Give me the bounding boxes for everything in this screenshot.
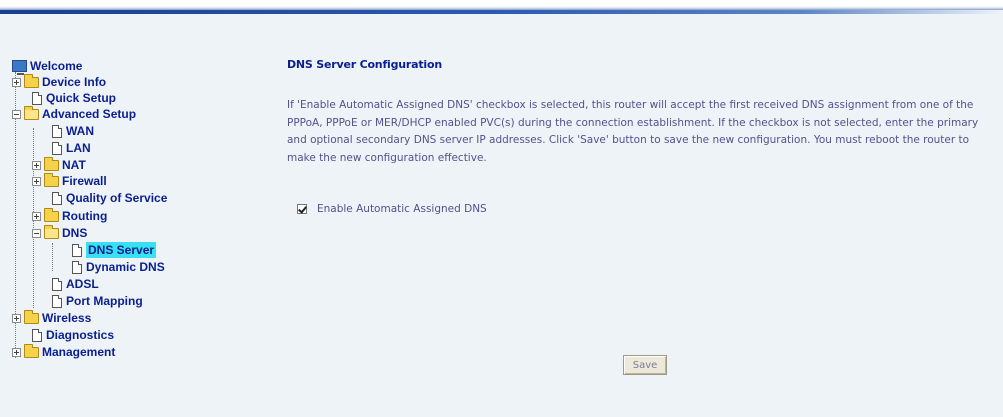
tree-label: Dynamic DNS: [86, 260, 165, 274]
computer-icon: [12, 60, 27, 75]
folder-open-icon: [24, 105, 39, 120]
tree-item-quality-of-service[interactable]: Quality of Service: [52, 190, 167, 206]
expand-plus-icon[interactable]: [12, 77, 21, 87]
checkbox-label: Enable Automatic Assigned DNS: [317, 203, 487, 215]
tree-item-lan[interactable]: LAN: [52, 140, 91, 156]
expand-plus-icon[interactable]: [12, 313, 21, 323]
folder-open-icon: [44, 224, 59, 239]
page-icon: [52, 294, 62, 308]
tree-label: Quality of Service: [66, 191, 168, 205]
tree-label: WAN: [66, 124, 94, 138]
folder-icon: [24, 343, 39, 358]
tree-label: Advanced Setup: [42, 107, 137, 121]
folder-icon: [44, 172, 59, 187]
tree-label: Management: [42, 345, 116, 359]
tree-item-nat[interactable]: NAT: [32, 156, 86, 173]
tree-item-device-info[interactable]: Device Info: [12, 73, 107, 90]
tree-item-advanced-setup[interactable]: Advanced Setup: [12, 105, 137, 122]
tree-item-management[interactable]: Management: [12, 343, 116, 360]
tree-item-dns[interactable]: DNS: [32, 224, 88, 241]
tree-label: Firewall: [62, 174, 107, 188]
page-icon: [32, 328, 42, 342]
tree-label: DNS: [62, 226, 88, 240]
tree-label: Diagnostics: [46, 328, 115, 342]
tree-line: [52, 243, 53, 271]
tree-item-adsl[interactable]: ADSL: [52, 276, 99, 292]
tree-label: Routing: [62, 209, 108, 223]
tree-label: Quick Setup: [46, 91, 117, 105]
tree-label: ADSL: [66, 277, 99, 291]
collapse-minus-icon[interactable]: [32, 228, 41, 238]
tree-label: LAN: [66, 141, 91, 155]
tree-item-diagnostics[interactable]: Diagnostics: [32, 327, 114, 343]
tree-item-wireless[interactable]: Wireless: [12, 309, 92, 326]
page-icon: [72, 243, 82, 257]
main-content: DNS Server Configuration If 'Enable Auto…: [287, 58, 997, 215]
save-button[interactable]: Save: [623, 355, 667, 375]
folder-icon: [44, 207, 59, 222]
tree-item-firewall[interactable]: Firewall: [32, 172, 107, 189]
tree-item-routing[interactable]: Routing: [32, 207, 108, 224]
page-icon: [52, 124, 62, 138]
collapse-minus-icon[interactable]: [12, 109, 21, 119]
tree-label: Device Info: [42, 75, 107, 89]
tree-item-welcome[interactable]: Welcome: [12, 58, 83, 75]
top-banner-stripe: [0, 10, 1003, 14]
description-text: If 'Enable Automatic Assigned DNS' check…: [287, 99, 979, 164]
tree-item-quick-setup[interactable]: Quick Setup: [32, 90, 116, 106]
folder-icon: [24, 73, 39, 88]
tree-label: Port Mapping: [66, 294, 143, 308]
tree-item-wan[interactable]: WAN: [52, 123, 94, 139]
expand-plus-icon[interactable]: [32, 211, 41, 221]
tree-item-dynamic-dns[interactable]: Dynamic DNS: [72, 259, 165, 275]
expand-plus-icon[interactable]: [32, 176, 41, 186]
folder-icon: [44, 156, 59, 171]
expand-plus-icon[interactable]: [12, 347, 21, 357]
page-icon: [52, 191, 62, 205]
folder-icon: [24, 309, 39, 324]
tree-label: Wireless: [42, 311, 92, 325]
expand-plus-icon[interactable]: [32, 160, 41, 170]
page-icon: [52, 141, 62, 155]
tree-label: NAT: [62, 158, 86, 172]
tree-item-dns-server[interactable]: DNS Server: [72, 242, 157, 258]
page-title: DNS Server Configuration: [287, 58, 442, 71]
enable-auto-dns-checkbox[interactable]: [297, 204, 307, 214]
page-icon: [72, 260, 82, 274]
page-icon: [52, 277, 62, 291]
tree-label: Welcome: [30, 59, 83, 73]
tree-item-port-mapping[interactable]: Port Mapping: [52, 293, 143, 309]
tree-label-selected: DNS Server: [86, 242, 157, 258]
enable-auto-dns-row[interactable]: Enable Automatic Assigned DNS: [297, 203, 487, 215]
page-icon: [32, 91, 42, 105]
